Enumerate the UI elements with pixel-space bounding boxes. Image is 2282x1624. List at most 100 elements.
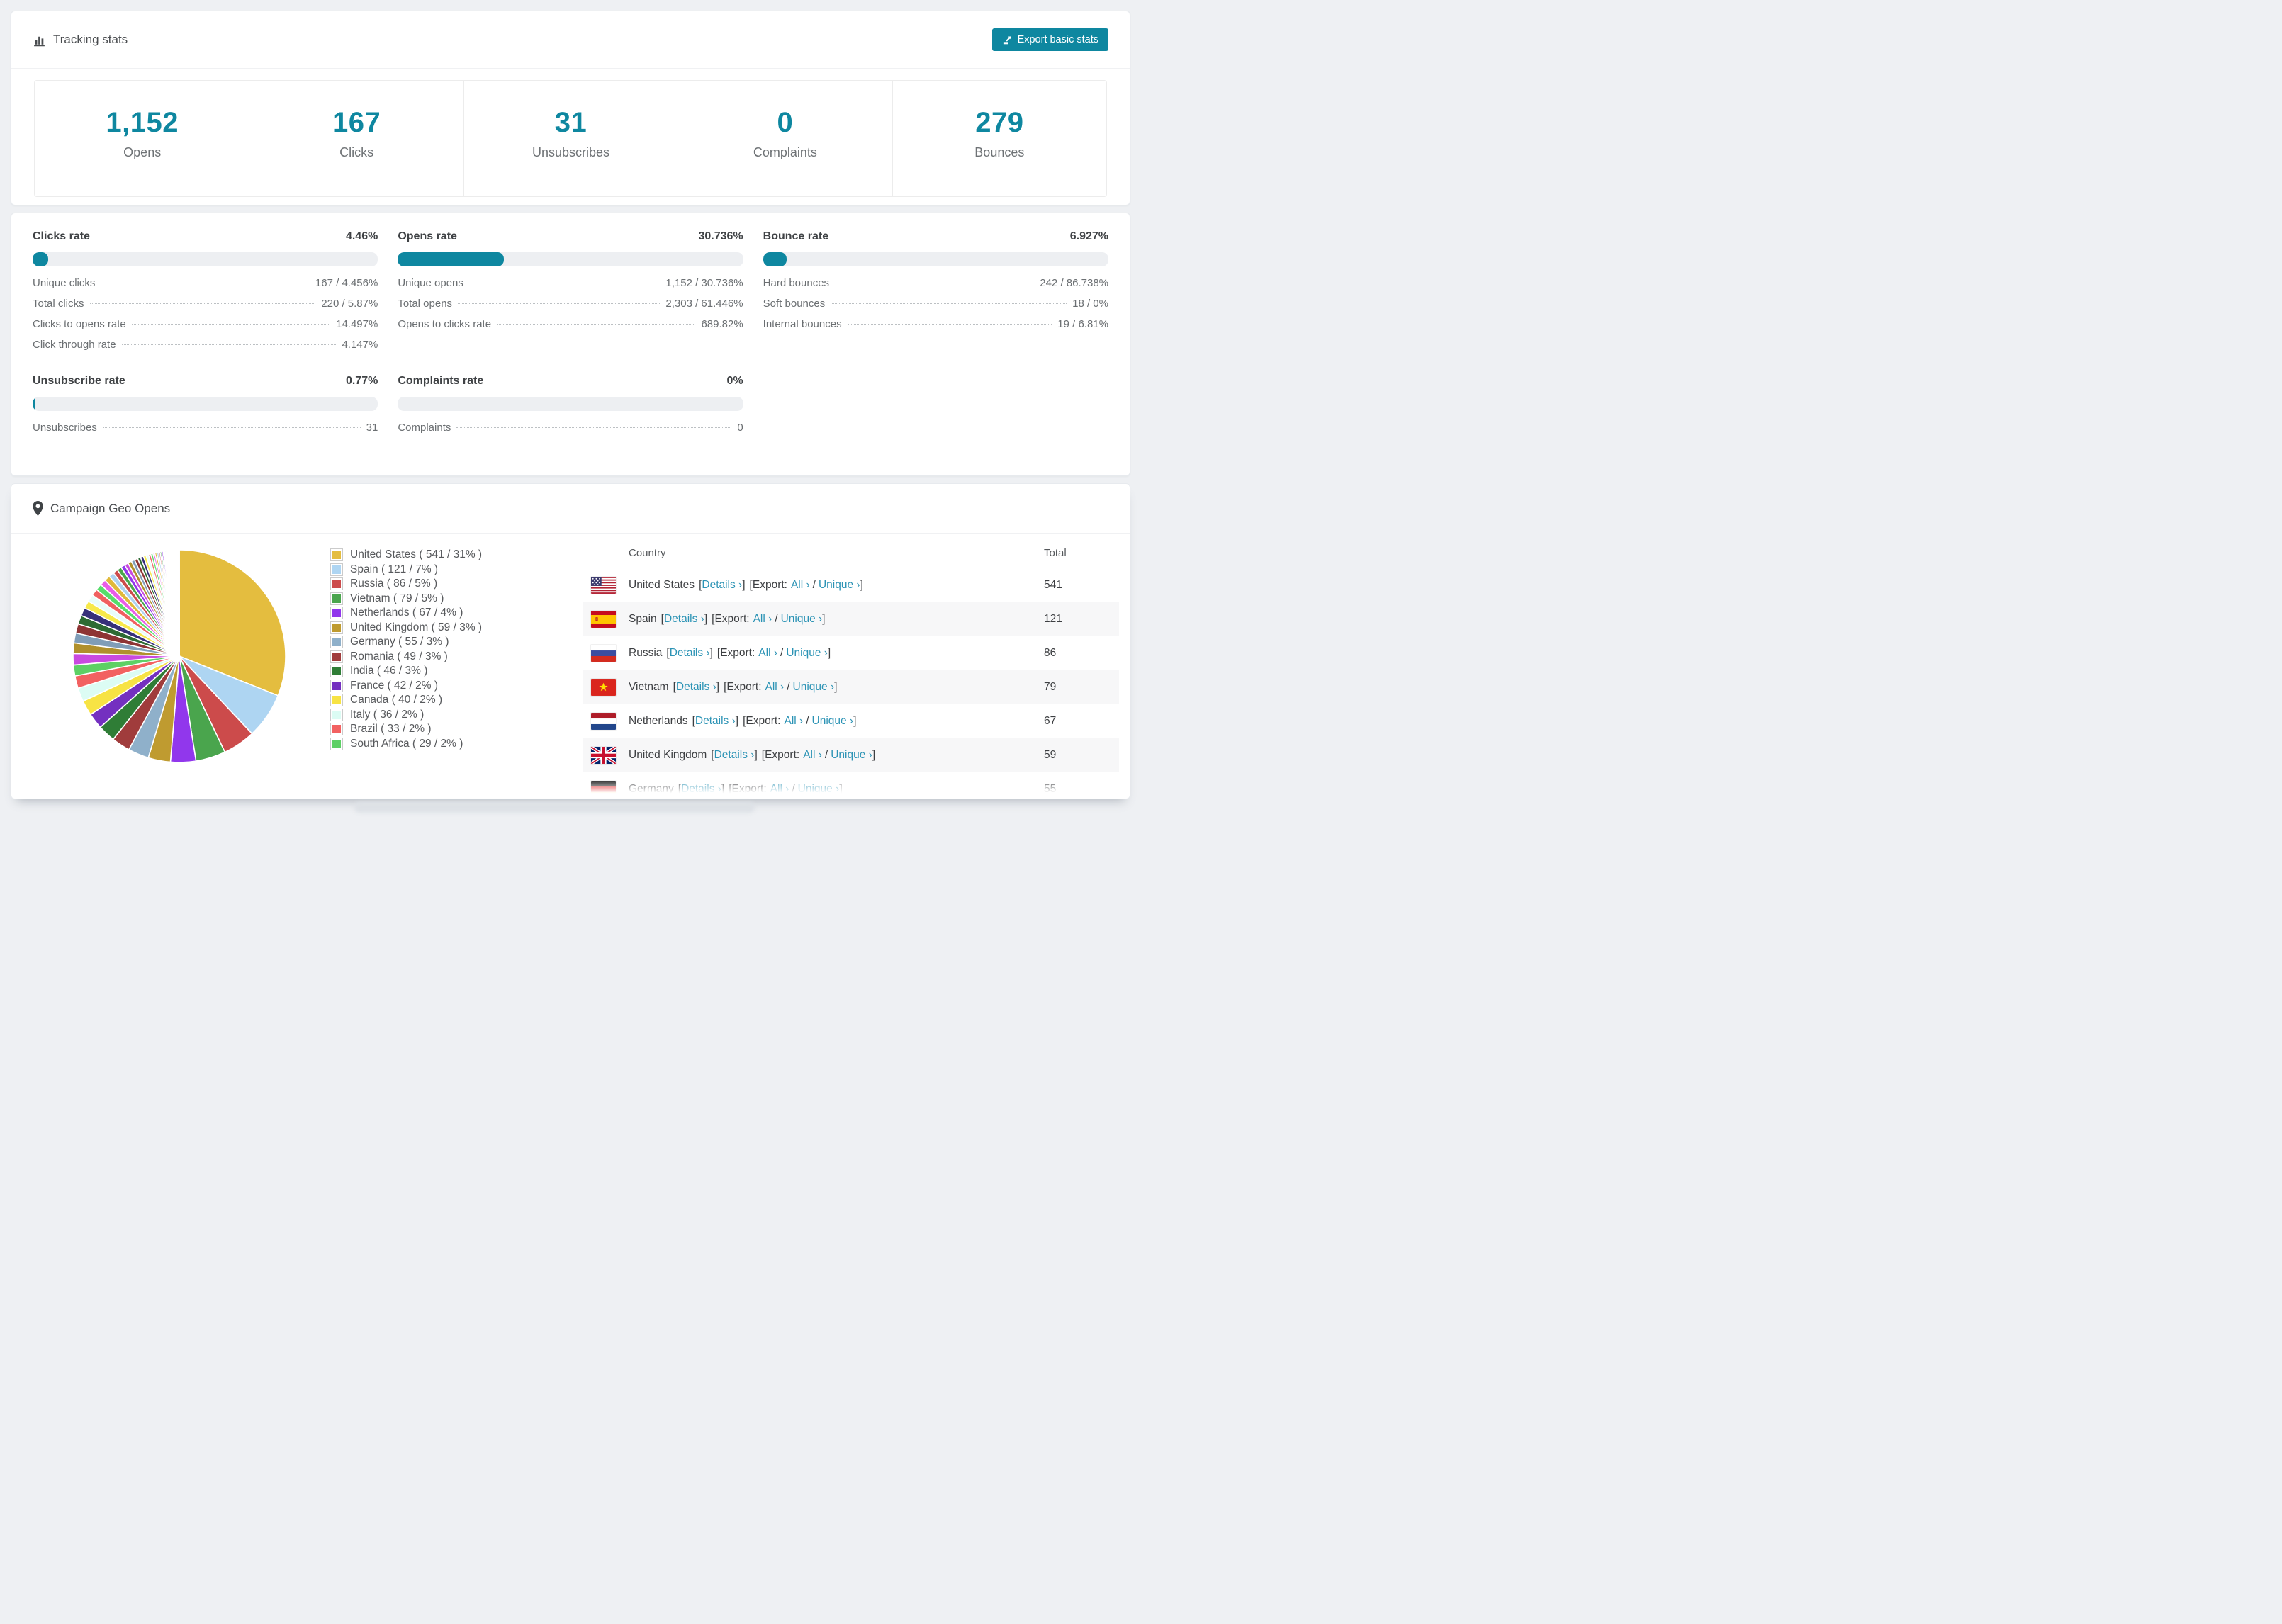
geo-table-row: Russia [Details ›] [Export: All › / Unique …	[583, 636, 1119, 670]
slash-separator: /	[824, 749, 828, 761]
geo-pie-legend: United States ( 541 / 31% ) Spain ( 121 …	[330, 548, 482, 751]
export-unique-link[interactable]: Unique ›	[819, 579, 860, 591]
stat-value: 0	[777, 107, 794, 138]
rate-title: Clicks rate	[33, 230, 90, 242]
country-flag-icon	[591, 713, 616, 730]
rate-detail-value: 14.497%	[336, 318, 378, 330]
legend-item: Vietnam ( 79 / 5% )	[330, 592, 482, 607]
legend-swatch	[330, 636, 343, 649]
export-label: Export:	[720, 647, 755, 659]
details-link[interactable]: Details ›	[714, 749, 755, 762]
rate-progress-track	[398, 252, 743, 266]
export-unique-link[interactable]: Unique ›	[786, 647, 828, 659]
export-label: Export:	[726, 681, 762, 693]
export-unique-link[interactable]: Unique ›	[798, 783, 840, 795]
bottom-shadow-strip	[354, 802, 755, 813]
dotted-leader	[456, 427, 732, 428]
export-all-link[interactable]: All ›	[753, 613, 772, 625]
legend-item: United Kingdom ( 59 / 3% )	[330, 621, 482, 636]
export-unique-link[interactable]: Unique ›	[812, 715, 854, 727]
export-all-link[interactable]: All ›	[765, 681, 785, 693]
export-label: Export:	[714, 613, 750, 625]
legend-item: Italy ( 36 / 2% )	[330, 708, 482, 723]
country-total: 55	[1044, 783, 1057, 795]
slash-separator: /	[812, 579, 816, 591]
rate-progress-fill	[33, 252, 48, 266]
country-name: United Kingdom	[629, 749, 707, 761]
tracking-stats-title-row: Tracking stats	[33, 33, 128, 47]
country-total: 67	[1044, 715, 1057, 727]
export-unique-link[interactable]: Unique ›	[781, 613, 823, 625]
stat-label: Opens	[123, 145, 162, 159]
export-all-link[interactable]: All ›	[791, 579, 810, 591]
rates-card: Clicks rate 4.46% Unique clicks 167 / 4.…	[11, 213, 1130, 476]
export-all-link[interactable]: All ›	[770, 783, 789, 795]
geo-title-row: Campaign Geo Opens	[33, 501, 170, 516]
legend-swatch	[330, 592, 343, 605]
rate-detail-label: Hard bounces	[763, 277, 830, 289]
rate-detail-value: 2,303 / 61.446%	[665, 298, 743, 310]
open-bracket: [	[729, 783, 732, 795]
details-link[interactable]: Details ›	[676, 681, 716, 694]
legend-label: Germany ( 55 / 3% )	[350, 636, 449, 648]
rate-detail-value: 0	[737, 422, 743, 434]
country-total: 541	[1044, 579, 1062, 591]
export-label: Export:	[752, 579, 787, 591]
export-all-link[interactable]: All ›	[784, 715, 803, 727]
rate-detail-label: Total clicks	[33, 298, 84, 310]
export-basic-stats-button[interactable]: Export basic stats	[991, 28, 1108, 51]
rate-title: Bounce rate	[763, 230, 829, 242]
rate-detail-label: Opens to clicks rate	[398, 318, 492, 330]
tracking-stats-card: Tracking stats Export basic stats 1,152 …	[11, 11, 1130, 205]
rate-detail-row: Unique opens 1,152 / 30.736%	[398, 277, 743, 298]
country-name: Russia	[629, 647, 663, 659]
rate-title: Unsubscribe rate	[33, 375, 125, 387]
details-link[interactable]: Details ›	[670, 647, 710, 660]
rate-title: Opens rate	[398, 230, 457, 242]
geo-table-row: United States [Details ›] [Export: All › /…	[583, 568, 1119, 602]
details-link[interactable]: Details ›	[681, 783, 721, 796]
rate-block: Bounce rate 6.927% Hard bounces 242 / 86…	[763, 230, 1108, 359]
legend-label: United States ( 541 / 31% )	[350, 548, 483, 561]
legend-label: France ( 42 / 2% )	[350, 679, 439, 692]
details-link[interactable]: Details ›	[702, 579, 742, 592]
legend-swatch	[330, 577, 343, 591]
close-bracket: ]	[822, 613, 826, 625]
export-unique-link[interactable]: Unique ›	[793, 681, 835, 693]
export-icon	[1002, 35, 1013, 45]
rate-detail-row: Soft bounces 18 / 0%	[763, 298, 1108, 318]
slash-separator: /	[787, 681, 790, 693]
legend-label: Vietnam ( 79 / 5% )	[350, 592, 444, 604]
stat-value: 167	[332, 107, 381, 138]
legend-item: Netherlands ( 67 / 4% )	[330, 606, 482, 621]
country-name: Spain	[629, 613, 657, 625]
export-all-link[interactable]: All ›	[803, 749, 822, 761]
export-unique-link[interactable]: Unique ›	[831, 749, 872, 761]
rate-progress-fill	[33, 397, 35, 411]
close-bracket: ]	[754, 749, 758, 761]
close-bracket: ]	[853, 715, 857, 727]
rate-detail-row: Internal bounces 19 / 6.81%	[763, 318, 1108, 339]
close-bracket: ]	[834, 681, 838, 693]
rate-percent: 4.46%	[345, 230, 378, 242]
legend-label: Canada ( 40 / 2% )	[350, 694, 443, 706]
slash-separator: /	[775, 613, 778, 625]
stat-box: 167 Clicks	[249, 81, 463, 196]
legend-swatch	[330, 679, 343, 692]
details-link[interactable]: Details ›	[664, 613, 704, 626]
stat-label: Bounces	[974, 145, 1025, 159]
dotted-leader	[831, 303, 1067, 304]
details-link[interactable]: Details ›	[695, 715, 736, 728]
dotted-leader	[497, 324, 696, 325]
country-flag-icon	[591, 645, 616, 662]
legend-swatch	[330, 665, 343, 678]
rate-percent: 6.927%	[1069, 230, 1108, 242]
rate-block: Unsubscribe rate 0.77% Unsubscribes 31	[33, 375, 378, 442]
rate-detail-label: Unique opens	[398, 277, 463, 289]
slash-separator: /	[792, 783, 795, 795]
stat-value: 31	[554, 107, 588, 138]
rate-progress-fill	[763, 252, 787, 266]
bar-chart-icon	[33, 33, 46, 47]
export-all-link[interactable]: All ›	[758, 647, 777, 659]
rate-percent: 0%	[726, 375, 743, 387]
